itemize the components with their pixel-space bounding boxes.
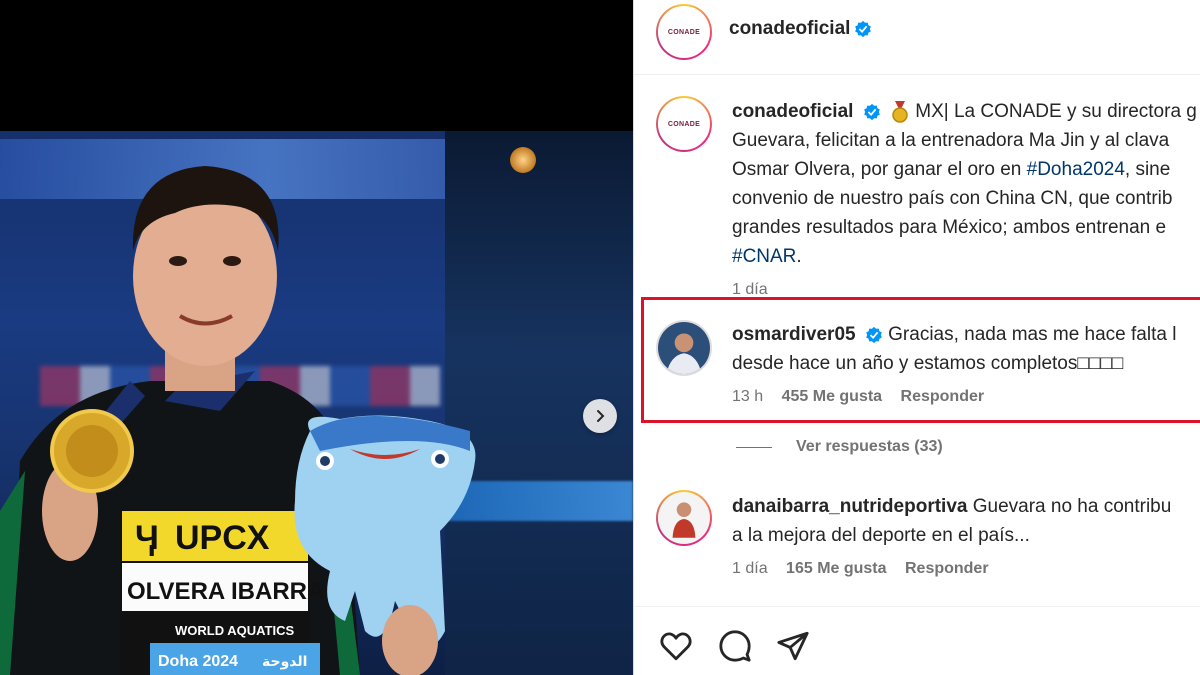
bib-event: Doha 2024	[158, 653, 238, 670]
view-replies-button[interactable]: Ver respuestas (33)	[736, 438, 943, 456]
next-image-button[interactable]	[583, 399, 617, 433]
comment-danaibarra: danaibarra_nutrideportiva Guevara no ha …	[732, 492, 1200, 583]
chevron-right-icon	[597, 410, 605, 422]
post-photo: Ӌ UPCX OLVERA IBARRA WORLD AQUATICS Doha…	[0, 131, 633, 675]
caption-line-6: #CNAR.	[732, 242, 1200, 271]
post-caption: conadeoficial MX| La CONADE y su directo…	[732, 97, 1200, 304]
verified-icon	[855, 20, 872, 38]
caption-line-3: Osmar Olvera, por ganar el oro en #Doha2…	[732, 155, 1200, 184]
highlight-box	[641, 297, 1200, 423]
hashtag-doha2024[interactable]: #Doha2024	[1027, 159, 1125, 180]
bib-brand-text: UPCX	[175, 519, 270, 557]
comment2-avatar[interactable]	[656, 490, 712, 546]
comment2-line-2: a la mejora del deporte en el país...	[732, 525, 1030, 546]
conade-logo: CONADE	[667, 28, 701, 36]
caption-line-3-post: , sine	[1124, 159, 1171, 180]
athlete-illustration: Ӌ UPCX OLVERA IBARRA WORLD AQUATICS Doha…	[0, 166, 476, 675]
comment2-time[interactable]: 1 día	[732, 560, 768, 577]
hashtag-cnar[interactable]: #CNAR	[732, 246, 796, 267]
bib-brand-glyph: Ӌ	[135, 519, 159, 557]
share-icon[interactable]	[776, 629, 810, 663]
comment2-username[interactable]: danaibarra_nutrideportiva	[732, 496, 967, 517]
comment-icon[interactable]	[718, 629, 752, 663]
view-replies-label: Ver respuestas (33)	[796, 438, 943, 455]
medal-icon	[892, 100, 908, 123]
bib-name: OLVERA IBARRA	[127, 578, 324, 605]
comment2-avatar-photo	[658, 492, 710, 544]
caption-line-1: MX| La CONADE y su directora g	[915, 101, 1197, 122]
view-replies-line	[736, 446, 772, 448]
post-author-username[interactable]: conadeoficial	[729, 18, 850, 40]
post-media: Ӌ UPCX OLVERA IBARRA WORLD AQUATICS Doha…	[0, 0, 633, 675]
comment2-reply-button[interactable]: Responder	[905, 560, 989, 577]
bib-org: WORLD AQUATICS	[175, 623, 294, 638]
comment2-line-1: Guevara no ha contribu	[972, 496, 1172, 517]
comment2-likes[interactable]: 165 Me gusta	[786, 560, 886, 577]
caption-line-2: Guevara, felicitan a la entrenadora Ma J…	[732, 130, 1170, 151]
caption-line-4: convenio de nuestro país con China CN, q…	[732, 188, 1173, 209]
caption-username[interactable]: conadeoficial	[732, 101, 853, 122]
bib-event-arabic: الدوحة	[262, 654, 307, 670]
caption-line-6-post: .	[796, 246, 802, 267]
verified-icon	[863, 103, 880, 121]
post-header: CONADE conadeoficial	[634, 0, 1200, 75]
heart-icon[interactable]	[659, 629, 693, 663]
caption-author-avatar[interactable]: CONADE	[656, 96, 712, 152]
conade-logo-small: CONADE	[667, 120, 701, 128]
post-actions-bar	[634, 606, 1200, 675]
caption-line-3-pre: Osmar Olvera, por ganar el oro en	[732, 159, 1027, 180]
post-author-avatar[interactable]: CONADE	[656, 4, 712, 60]
caption-line-5: grandes resultados para México; ambos en…	[732, 217, 1167, 238]
